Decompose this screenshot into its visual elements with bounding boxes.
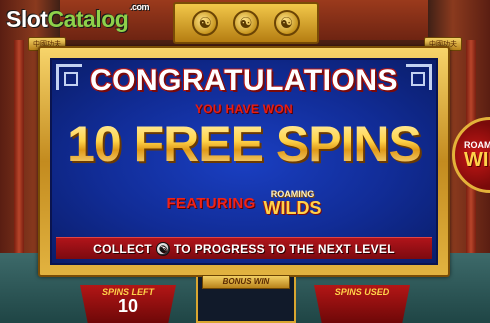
top-yin-yang-banner: ☯ ☯ ☯ bbox=[173, 2, 319, 44]
award-text: 10 FREE SPINS bbox=[52, 114, 436, 174]
roaming-wilds-logo: ROAMING WILDS bbox=[263, 190, 322, 218]
yin-yang-icon: ☯ bbox=[192, 10, 219, 36]
yin-yang-icon: ☯ bbox=[273, 10, 300, 36]
collect-text: COLLECT bbox=[93, 241, 152, 256]
logo-suffix: .com bbox=[130, 2, 150, 12]
free-spins-award-popup[interactable]: CONGRATULATIONS YOU HAVE WON 10 FREE SPI… bbox=[38, 46, 450, 277]
progress-text: TO PROGRESS TO THE NEXT LEVEL bbox=[173, 241, 395, 256]
popup-panel: CONGRATULATIONS YOU HAVE WON 10 FREE SPI… bbox=[50, 58, 438, 265]
spins-used-label: SPINS USED bbox=[334, 287, 390, 297]
badge-bottom-text: WIL bbox=[464, 148, 490, 171]
featuring-label: FEATURING bbox=[166, 195, 256, 212]
collect-instruction-bar[interactable]: COLLECT ☯ TO PROGRESS TO THE NEXT LEVEL bbox=[56, 237, 432, 259]
wilds-text: WILDS bbox=[263, 198, 322, 218]
popup-title: CONGRATULATIONS bbox=[89, 64, 399, 97]
logo-text-catalog: Catalog bbox=[47, 6, 129, 32]
spins-left-counter: SPINS LEFT 10 bbox=[80, 285, 176, 323]
feature-row: FEATURING ROAMING WILDS bbox=[52, 190, 436, 218]
yin-yang-icon: ☯ bbox=[232, 10, 259, 36]
yin-yang-icon: ☯ bbox=[155, 241, 170, 256]
spins-used-counter: SPINS USED bbox=[314, 285, 410, 323]
logo-text-slot: Slot bbox=[6, 6, 48, 32]
bonus-win-label: BONUS WIN bbox=[202, 275, 290, 289]
bonus-win-counter: BONUS WIN bbox=[196, 275, 296, 323]
left-pillar bbox=[14, 40, 24, 270]
site-logo: SlotCatalog .com bbox=[6, 2, 150, 36]
spins-left-value: 10 bbox=[117, 296, 139, 316]
